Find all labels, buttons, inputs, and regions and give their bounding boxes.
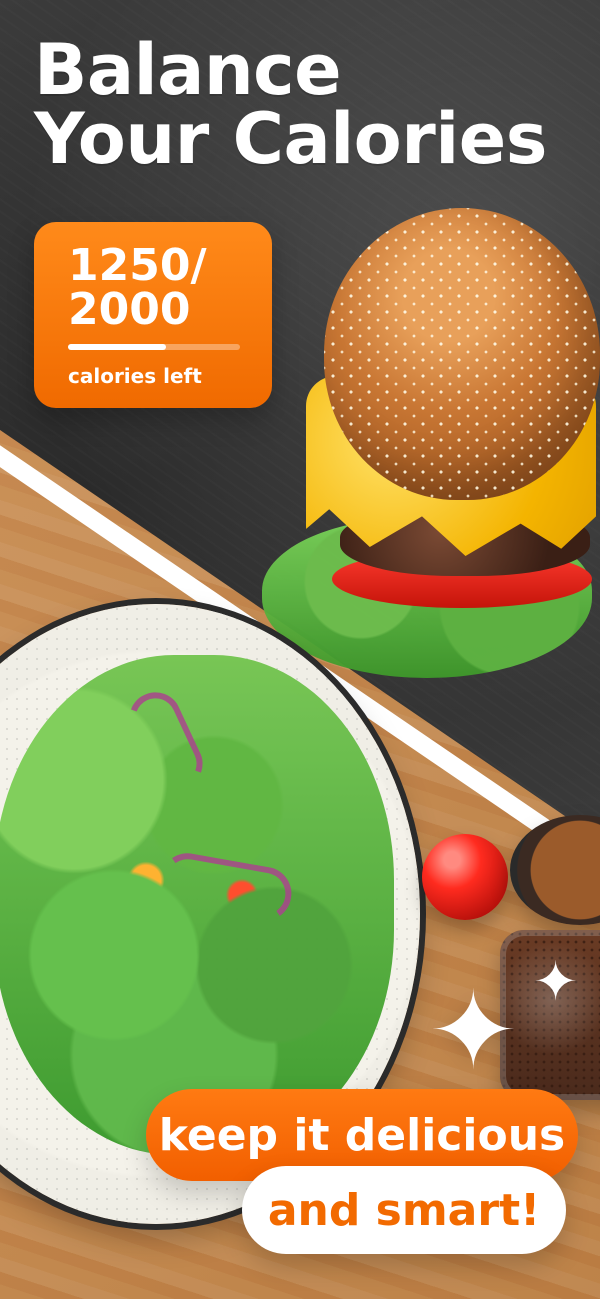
calories-caption: calories left — [68, 364, 202, 388]
tagline-pill-secondary: and smart! — [242, 1166, 566, 1254]
calories-progress-track — [68, 344, 240, 350]
sparkle-icon: ✦ — [533, 950, 579, 1013]
calories-progress-fill — [68, 344, 167, 350]
headline-line-2: Your Calories — [34, 97, 547, 180]
headline-line-1: Balance — [34, 29, 342, 111]
burger-illustration — [262, 208, 600, 678]
burger-bun-top — [324, 208, 600, 500]
tagline-line-1: keep it delicious — [158, 1109, 566, 1161]
app-promo-screen: Balance Your Calories 1250/ 2000 calorie… — [0, 0, 600, 1299]
tagline-line-2: and smart! — [267, 1184, 541, 1236]
headline: Balance Your Calories — [34, 29, 580, 180]
sparkle-icon: ✦ — [428, 969, 519, 1094]
cherry-tomato — [422, 834, 508, 920]
calories-count: 1250/ 2000 — [68, 240, 207, 335]
calories-card: 1250/ 2000 calories left — [34, 222, 272, 408]
